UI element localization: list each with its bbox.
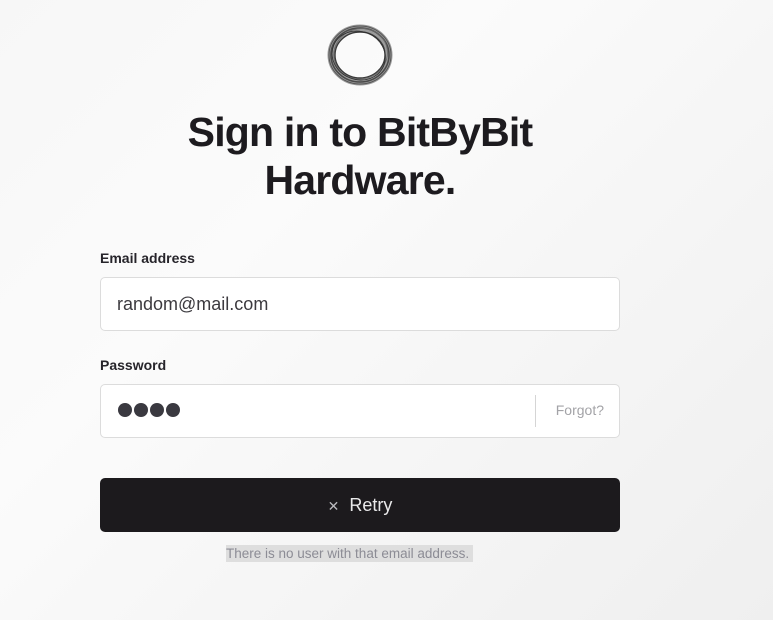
- retry-button[interactable]: ✕ Retry: [100, 478, 620, 532]
- forgot-password-link[interactable]: Forgot?: [556, 402, 604, 418]
- password-dot: [150, 403, 164, 417]
- email-field-container: [100, 277, 620, 331]
- password-field[interactable]: Forgot?: [100, 384, 620, 438]
- title-line-2: Hardware.: [264, 157, 456, 203]
- logo-icon: [327, 24, 393, 86]
- password-dot: [134, 403, 148, 417]
- password-divider: [535, 395, 536, 427]
- page-title: Sign in to BitByBit Hardware.: [160, 108, 560, 204]
- close-icon: ✕: [327, 497, 340, 514]
- password-mask: [118, 403, 180, 419]
- password-dot: [166, 403, 180, 417]
- error-message: There is no user with that email address…: [226, 545, 474, 562]
- password-dot: [118, 403, 132, 417]
- email-label: Email address: [100, 250, 195, 266]
- title-line-1: Sign in to BitByBit: [187, 109, 533, 155]
- password-label: Password: [100, 357, 167, 373]
- retry-button-label: Retry: [349, 494, 393, 515]
- email-field[interactable]: [117, 278, 597, 330]
